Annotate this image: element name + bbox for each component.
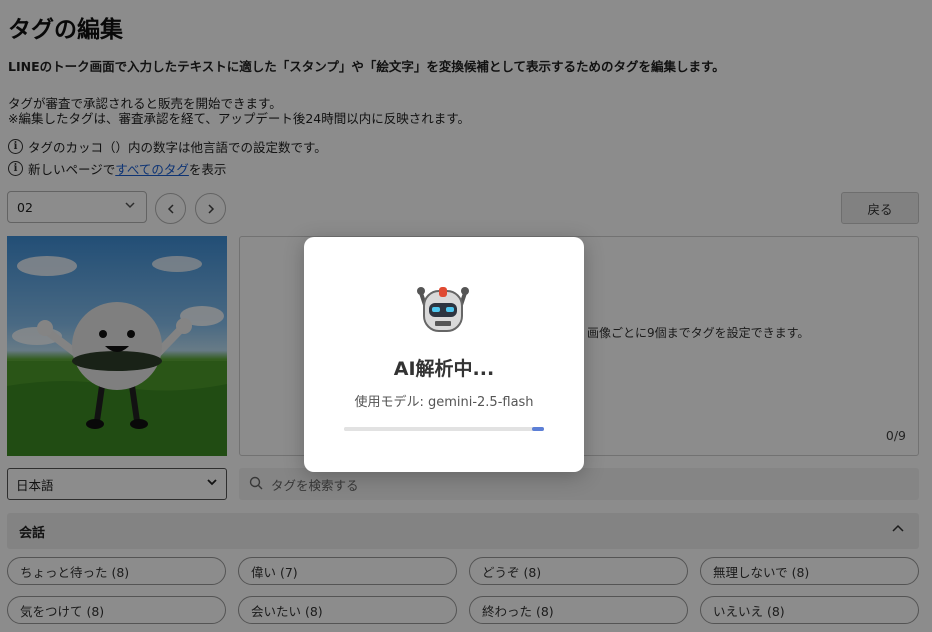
analysis-progress-head [532, 427, 544, 431]
analysis-progress-bar [344, 427, 544, 431]
analysis-progress-fill [344, 427, 544, 431]
ai-analysis-modal: AI解析中... 使用モデル: gemini-2.5-flash [304, 237, 584, 472]
robot-icon [417, 287, 469, 332]
model-label: 使用モデル: gemini-2.5-flash [354, 395, 534, 410]
modal-title: AI解析中... [393, 358, 495, 380]
